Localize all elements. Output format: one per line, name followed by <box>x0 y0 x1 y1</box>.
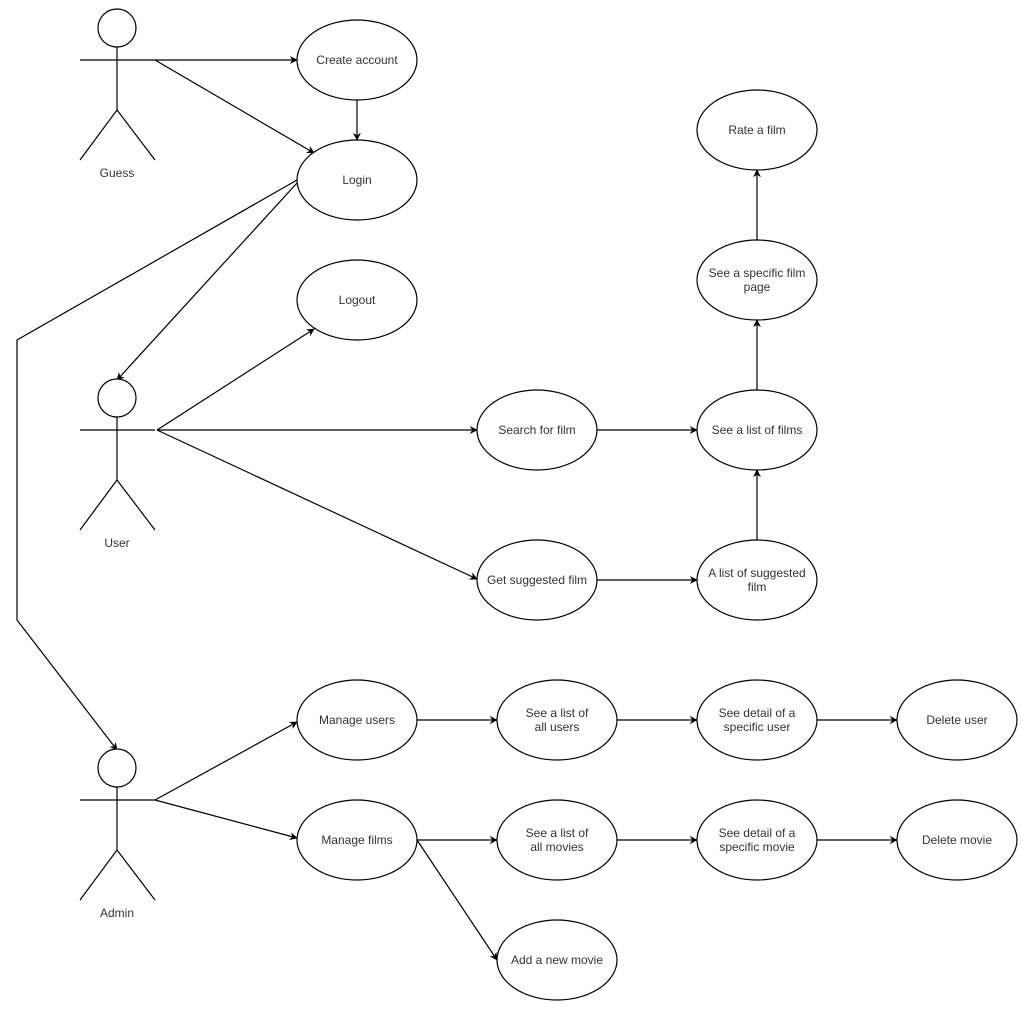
use-case-delete-movie[interactable]: Delete movie <box>896 799 1018 881</box>
use-case-label: Create account <box>316 53 398 67</box>
use-case-label: Manage films <box>321 833 392 847</box>
actor-head-icon <box>97 748 137 788</box>
actor-head-icon <box>97 378 137 418</box>
use-case-list-users[interactable]: See a list ofall users <box>496 679 618 761</box>
use-case-label: Delete user <box>926 713 987 727</box>
use-case-label: page <box>744 280 771 294</box>
use-case-get-suggested[interactable]: Get suggested film <box>476 539 598 621</box>
actor-guest[interactable]: Guess <box>79 8 156 180</box>
use-case-label: Rate a film <box>728 123 785 137</box>
association-arrow-login-to-admin <box>16 179 298 751</box>
use-case-delete-user[interactable]: Delete user <box>896 679 1018 761</box>
actor-admin[interactable]: Admin <box>79 748 156 920</box>
use-case-manage-films[interactable]: Manage films <box>296 799 418 881</box>
actor-legs-icon <box>79 478 156 531</box>
association-arrow-admin-to-manage-films <box>154 799 298 841</box>
association-arrow-user-to-get-suggested <box>156 429 478 580</box>
use-case-label: See detail of a <box>719 706 796 720</box>
association-arrow-login-to-user <box>116 182 298 381</box>
use-case-search-film[interactable]: Search for film <box>476 389 598 471</box>
use-case-label: See a list of <box>526 826 589 840</box>
use-case-add-movie[interactable]: Add a new movie <box>496 919 618 1001</box>
use-case-list-films[interactable]: See a list of films <box>696 389 818 471</box>
use-case-label: specific user <box>724 720 791 734</box>
use-case-label: See detail of a <box>719 826 796 840</box>
use-case-label: Login <box>342 173 371 187</box>
use-case-label: all users <box>535 720 580 734</box>
use-case-manage-users[interactable]: Manage users <box>296 679 418 761</box>
use-case-create-account[interactable]: Create account <box>296 19 418 101</box>
use-case-label: Manage users <box>319 713 395 727</box>
use-case-label: Add a new movie <box>511 953 603 967</box>
use-case-label: See a specific film <box>709 266 806 280</box>
use-case-label: A list of suggested <box>708 566 805 580</box>
use-case-label: all movies <box>530 840 583 854</box>
use-case-login[interactable]: Login <box>296 139 418 221</box>
use-case-label: specific movie <box>719 840 795 854</box>
association-arrow-user-to-logout <box>156 328 315 431</box>
use-case-label: film <box>748 580 767 594</box>
use-case-diagram: Guess User Admin Create account Login Logout… <box>16 8 1018 1001</box>
actor-label: Guess <box>100 166 135 180</box>
use-case-label: See a list of films <box>712 423 803 437</box>
use-case-label: Logout <box>339 293 376 307</box>
use-case-label: Get suggested film <box>487 573 587 587</box>
use-case-rate-film[interactable]: Rate a film <box>696 89 818 171</box>
actor-legs-icon <box>79 848 156 901</box>
use-case-logout[interactable]: Logout <box>296 259 418 341</box>
use-case-label: Delete movie <box>922 833 992 847</box>
use-case-detail-movie[interactable]: See detail of aspecific movie <box>696 799 818 881</box>
association-arrow-manage-films-to-add-movie <box>416 839 498 961</box>
actor-label: User <box>104 536 129 550</box>
use-case-detail-user[interactable]: See detail of aspecific user <box>696 679 818 761</box>
association-arrow-admin-to-manage-users <box>154 721 298 801</box>
use-case-list-suggested[interactable]: A list of suggestedfilm <box>696 539 818 621</box>
use-case-specific-film-page[interactable]: See a specific filmpage <box>696 239 818 321</box>
use-case-label: See a list of <box>526 706 589 720</box>
actor-legs-icon <box>79 108 156 161</box>
actor-label: Admin <box>100 906 134 920</box>
association-arrow-guest-to-login <box>154 59 315 154</box>
actor-head-icon <box>97 8 137 48</box>
use-case-list-movies[interactable]: See a list ofall movies <box>496 799 618 881</box>
use-case-label: Search for film <box>498 423 575 437</box>
actor-user[interactable]: User <box>79 378 156 550</box>
